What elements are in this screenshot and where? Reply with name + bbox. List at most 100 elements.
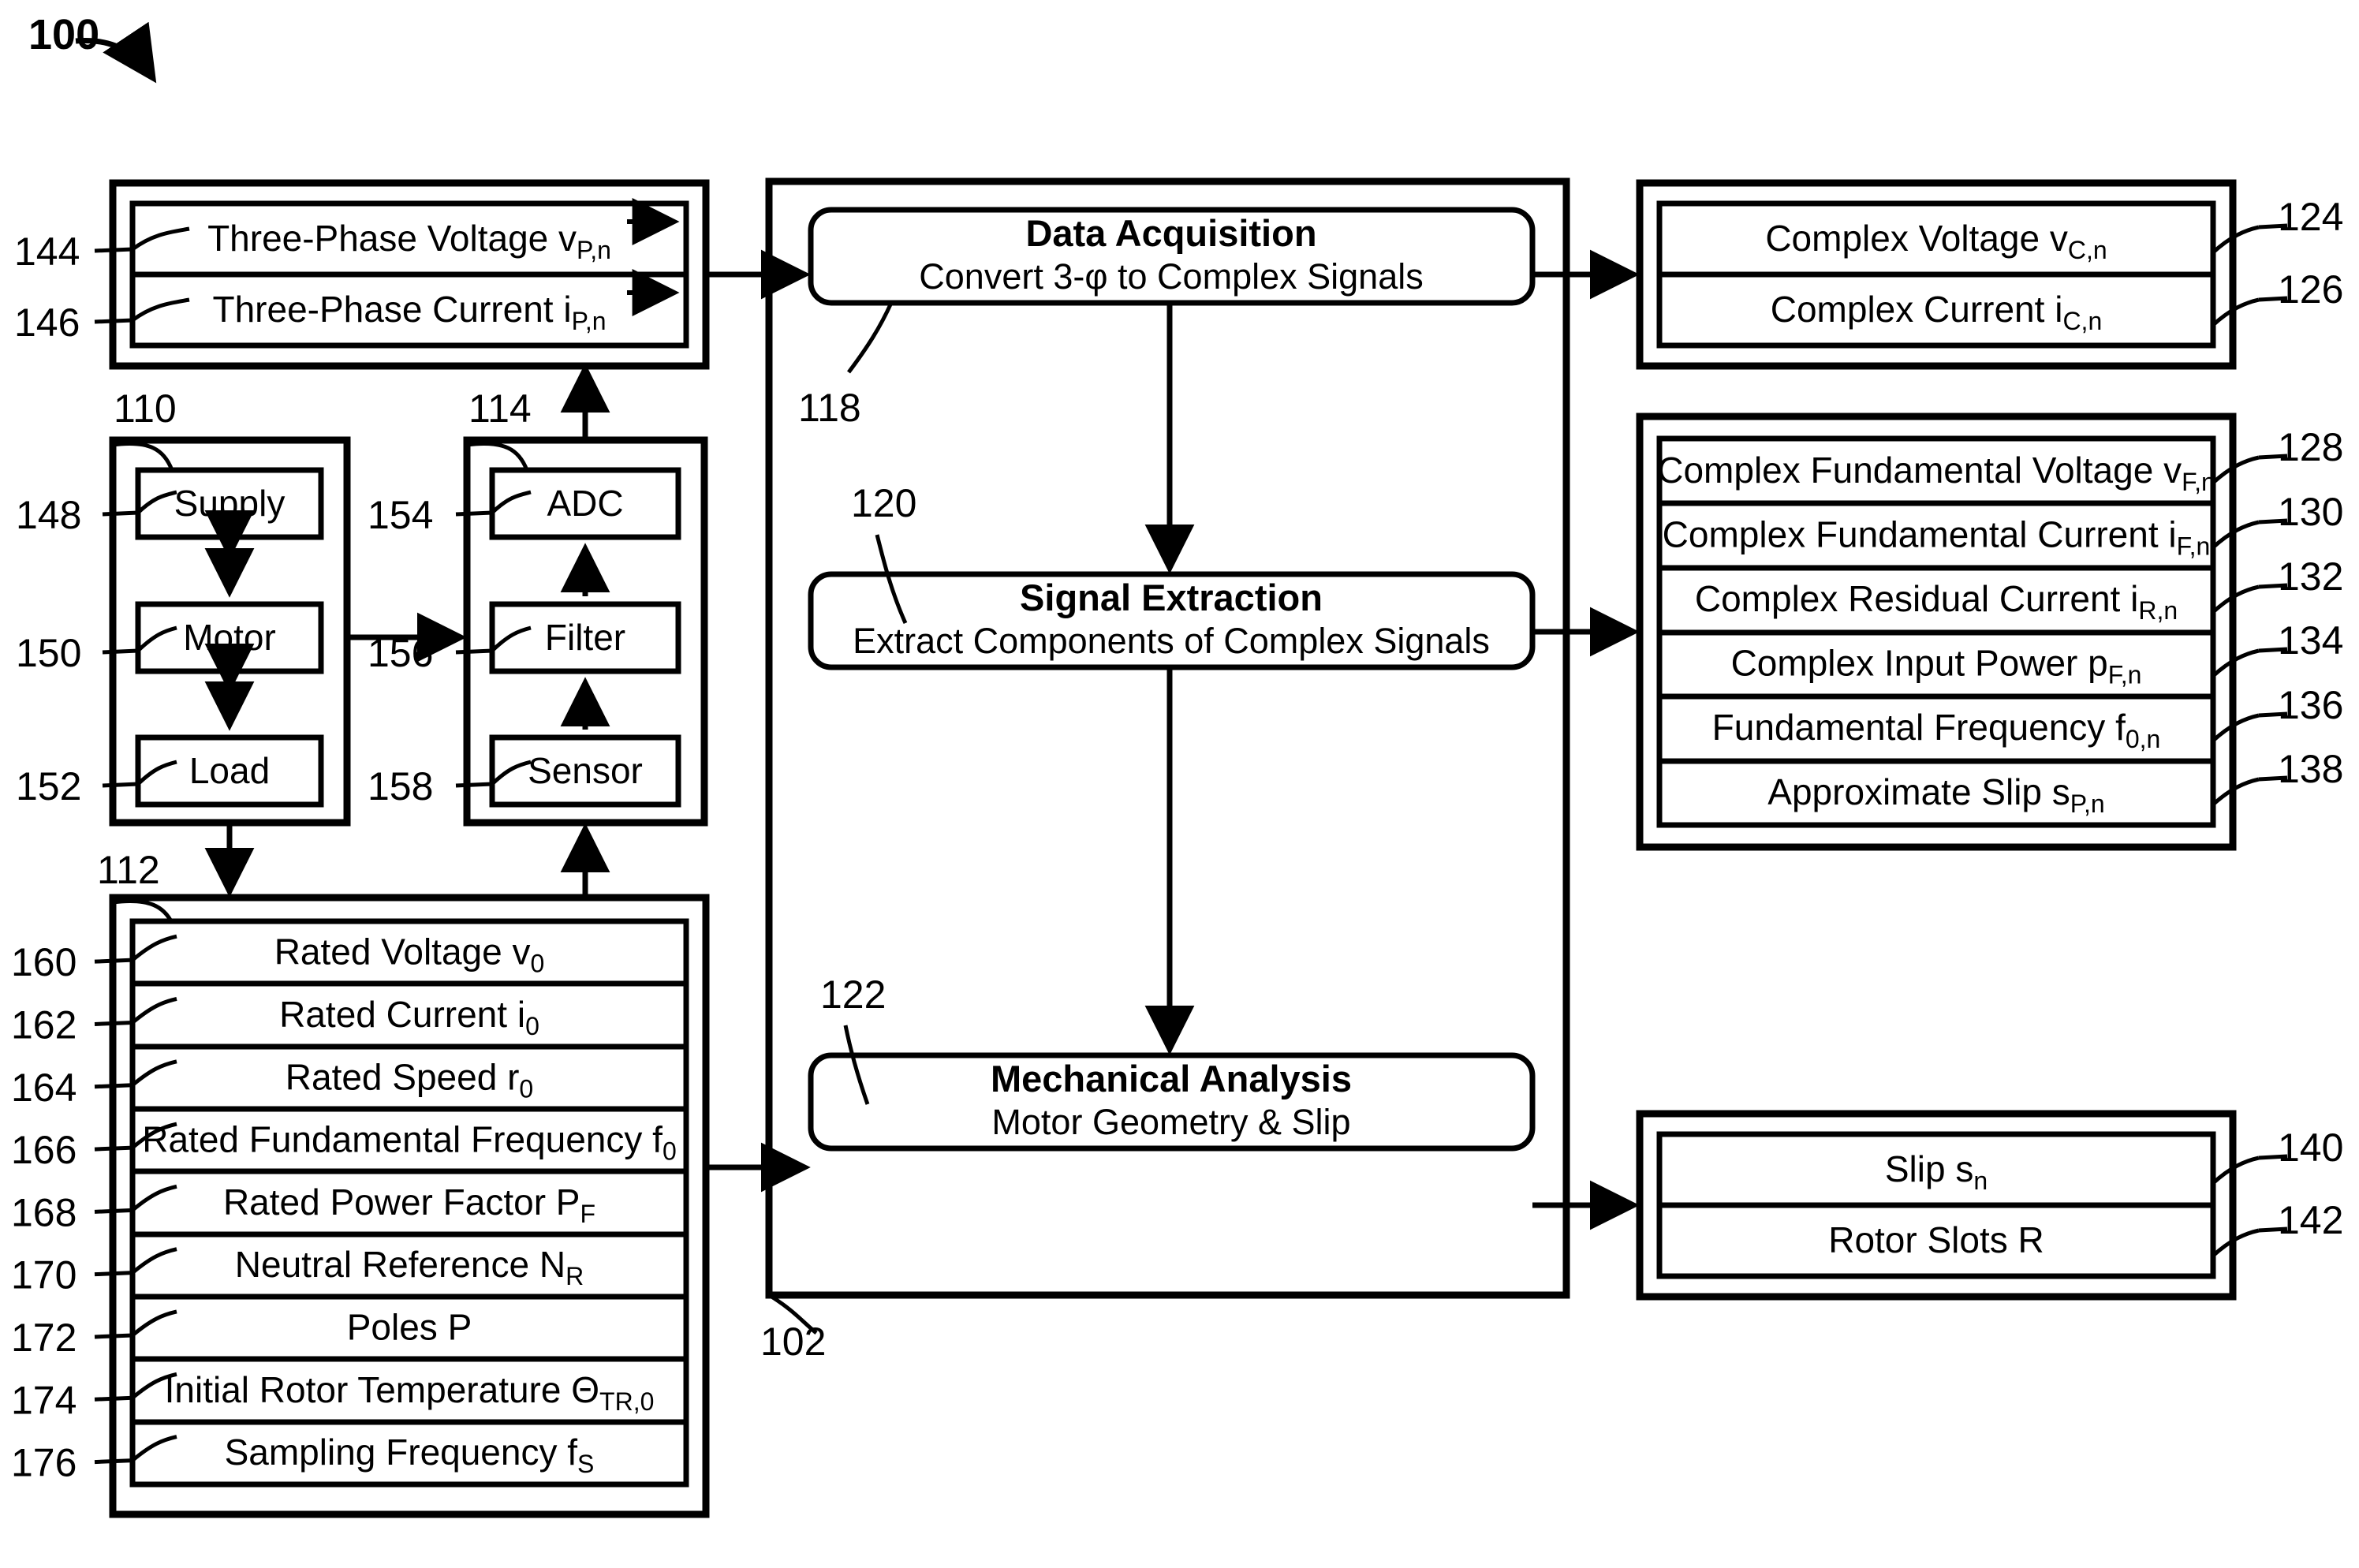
ref-158-tail: [455, 782, 493, 788]
ref-154-tail: [455, 510, 493, 517]
ref-168-leader: [131, 1184, 177, 1212]
ref-150-leader: [136, 625, 177, 652]
ref-128: 128: [2278, 425, 2343, 469]
output-124-label: Complex Voltage vC,n: [1765, 218, 2107, 264]
ref-174-tail: [94, 1395, 133, 1402]
ref-136: 136: [2278, 683, 2343, 727]
output-136-label: Fundamental Frequency f0,n: [1712, 707, 2161, 753]
ref-174: 174: [11, 1378, 77, 1422]
ref-124: 124: [2278, 195, 2343, 239]
ref-152: 152: [16, 764, 81, 808]
ref-164: 164: [11, 1066, 77, 1110]
ref-134: 134: [2278, 618, 2343, 663]
parameter-170-label: Neutral Reference NR: [235, 1244, 584, 1290]
machine-block: 110 148 150 152: [16, 386, 351, 827]
data-acquisition-subtitle: Convert 3-φ to Complex Signals: [919, 256, 1423, 297]
ref-176-leader: [131, 1435, 177, 1462]
ref-148-leader: [136, 490, 177, 514]
ref-166: 166: [11, 1128, 77, 1172]
adc-label: ADC: [547, 483, 623, 524]
figure-number-group: 100: [28, 11, 157, 84]
ref-162: 162: [11, 1002, 77, 1047]
ref-138: 138: [2278, 747, 2343, 791]
ref-156-leader: [491, 625, 532, 652]
parameter-176-label: Sampling Frequency fS: [225, 1432, 595, 1478]
output-142-label: Rotor Slots R: [1828, 1219, 2044, 1260]
ref-152-tail: [102, 782, 139, 788]
ref-146-leader-tail: [94, 318, 133, 324]
ref-156-tail: [455, 648, 493, 655]
system-container: 102: [760, 177, 1570, 1364]
ref-132: 132: [2278, 554, 2343, 599]
ref-122-leader: [843, 1025, 870, 1105]
ref-144-leader-tail: [94, 247, 133, 253]
ref-176-tail: [94, 1458, 133, 1465]
ref-170-leader: [131, 1247, 177, 1275]
ref-172-tail: [94, 1333, 133, 1339]
parameter-164-label: Rated Speed r0: [286, 1056, 533, 1103]
ref-160: 160: [11, 940, 77, 984]
parameter-166-label: Rated Fundamental Frequency f0: [142, 1119, 677, 1166]
ref-162-leader: [131, 997, 177, 1025]
ref-114: 114: [468, 386, 532, 431]
inputs-block: 144 146: [14, 179, 710, 370]
output-132-label: Complex Residual Current iR,n: [1695, 578, 2178, 625]
supply-label: Supply: [174, 483, 286, 524]
mechanical-analysis-subtitle: Motor Geometry & Slip: [991, 1102, 1350, 1142]
mechanical-analysis-title: Mechanical Analysis: [991, 1058, 1352, 1099]
ref-122: 122: [820, 973, 886, 1017]
ref-172-leader: [131, 1309, 177, 1337]
measurement-text: ADC Filter Sensor: [528, 483, 643, 791]
ref-144-leader: [131, 226, 190, 252]
output-140-label: Slip sn: [1885, 1148, 1988, 1195]
ref-160-leader: [131, 934, 177, 962]
filter-label: Filter: [545, 617, 625, 658]
ref-170: 170: [11, 1253, 77, 1297]
ref-154: 154: [368, 493, 433, 537]
ref-144: 144: [14, 230, 80, 274]
ref-172: 172: [11, 1316, 77, 1360]
ref-160-tail: [94, 958, 133, 964]
ref-164-tail: [94, 1083, 133, 1089]
ref-120: 120: [851, 481, 916, 525]
three-phase-voltage-label: Three-Phase Voltage vP,n: [207, 218, 611, 264]
ref-110-leader: [112, 442, 174, 471]
parameter-168-label: Rated Power Factor PF: [223, 1182, 595, 1228]
ref-176: 176: [11, 1441, 77, 1485]
ref-164-leader: [131, 1059, 177, 1087]
ref-130: 130: [2278, 490, 2343, 534]
output-138-label: Approximate Slip sP,n: [1767, 771, 2104, 818]
ref-154-leader: [491, 490, 532, 514]
ref-126: 126: [2278, 267, 2343, 312]
ref-150: 150: [16, 631, 81, 675]
ref-140: 140: [2278, 1126, 2343, 1170]
parameter-160-label: Rated Voltage v0: [274, 931, 545, 978]
ref-118: 118: [798, 386, 861, 430]
ref-170-tail: [94, 1271, 133, 1277]
output-134-label: Complex Input Power pF,n: [1731, 643, 2142, 689]
parameter-162-label: Rated Current i0: [279, 994, 539, 1040]
ref-166-tail: [94, 1145, 133, 1152]
components-ref-leaders: [2212, 454, 2288, 806]
ref-168-tail: [94, 1208, 133, 1214]
ref-150-tail: [102, 648, 139, 655]
output-128-label: Complex Fundamental Voltage vF,n: [1657, 450, 2215, 496]
ref-114-leader: [466, 442, 529, 471]
outputs-mechanical-block: 140 142: [1636, 1110, 2343, 1301]
sensor-label: Sensor: [528, 750, 643, 791]
ref-148: 148: [16, 493, 81, 537]
load-label: Load: [189, 750, 270, 791]
outputs-complex-block: 124 126: [1636, 179, 2343, 370]
signal-extraction-title: Signal Extraction: [1020, 577, 1323, 618]
parameter-172-label: Poles P: [347, 1306, 472, 1347]
output-130-label: Complex Fundamental Current iF,n: [1663, 513, 2211, 560]
ref-102: 102: [760, 1320, 826, 1364]
patent-figure-canvas: 100 144 146 110 148 150 152 114 154 156 …: [0, 0, 2359, 1568]
ref-120-leader: [875, 534, 908, 625]
ref-152-leader: [136, 760, 177, 786]
parameter-174-label: Initial Rotor Temperature ΘTR,0: [165, 1369, 655, 1416]
ref-162-tail: [94, 1020, 133, 1026]
ref-158-leader: [491, 760, 532, 786]
signal-extraction-subtitle: Extract Components of Complex Signals: [853, 621, 1490, 661]
diagram-svg: 100 144 146 110 148 150 152 114 154 156 …: [11, 11, 2343, 1518]
